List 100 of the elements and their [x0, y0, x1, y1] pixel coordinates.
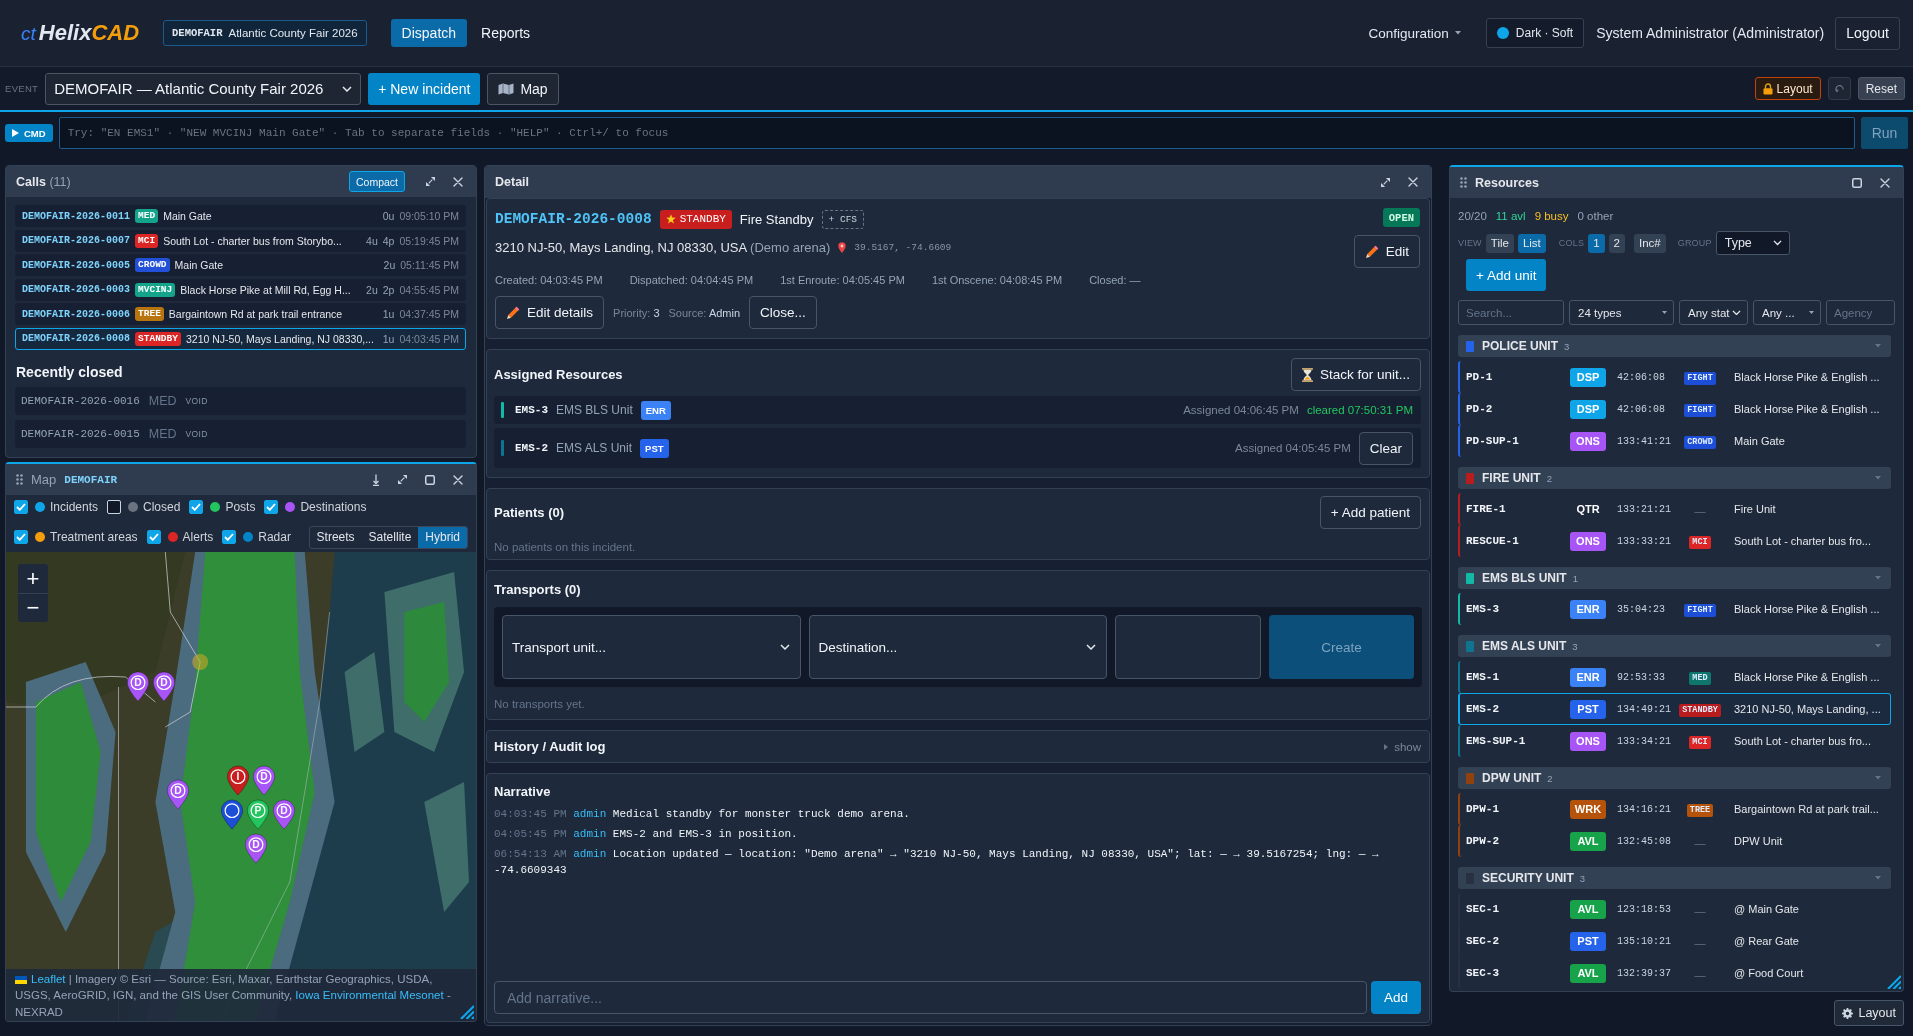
zoom-out-button[interactable]: −	[18, 593, 48, 622]
checkbox[interactable]	[189, 500, 204, 514]
new-incident-button[interactable]: + New incident	[368, 72, 481, 105]
layout-lock-button[interactable]: Layout	[1754, 77, 1821, 100]
group-header[interactable]: DPW UNIT 2	[1458, 767, 1891, 789]
source-link[interactable]: Iowa Environmental Mesonet	[295, 989, 444, 1001]
unit-row[interactable]: PD-2 DSP 42:06:08 FIGHT Black Horse Pike & English ...	[1458, 393, 1891, 425]
group-header[interactable]: EMS BLS UNIT 1	[1458, 567, 1891, 589]
undo-button[interactable]	[1827, 77, 1851, 100]
filter-select[interactable]: Any stat	[1679, 300, 1748, 325]
reset-button[interactable]: Reset	[1857, 77, 1905, 100]
filter-input[interactable]: Agency	[1826, 300, 1895, 325]
map-button[interactable]: Map	[487, 72, 559, 105]
unit-location: Black Horse Pike & English ...	[1733, 403, 1881, 415]
unit-row[interactable]: SEC-1 AVL 123:18:53 — @ Main Gate	[1458, 893, 1891, 925]
add-patient-button[interactable]: + Add patient	[1319, 496, 1421, 529]
unit-row[interactable]: PD-SUP-1 ONS 133:41:21 CROWD Main Gate	[1458, 425, 1891, 457]
map-pin[interactable]: I	[226, 765, 250, 796]
edit-details-button[interactable]: Edit details	[495, 296, 605, 329]
map-pin[interactable]: D	[244, 833, 268, 864]
group-name: FIRE UNIT	[1482, 471, 1541, 485]
columns-option[interactable]: 2	[1608, 233, 1625, 253]
unit-row[interactable]: FIRE-1 QTR 133:21:21 — Fire Unit	[1458, 493, 1891, 525]
map-pin[interactable]: D	[152, 671, 176, 702]
expand-button[interactable]	[395, 472, 410, 487]
logout-button[interactable]: Logout	[1835, 16, 1900, 50]
call-row[interactable]: DEMOFAIR-2026-0008 STANDBY 3210 NJ-50, Mays Landing, NJ 08330,... 1u 04:03:45 PM	[15, 327, 466, 350]
incident-number-toggle[interactable]: Inc#	[1633, 233, 1666, 253]
close-incident-button[interactable]: Close...	[749, 296, 817, 329]
group-select[interactable]: Type	[1715, 231, 1790, 255]
map-pin[interactable]	[220, 799, 244, 830]
unit-row[interactable]: PD-1 DSP 42:06:08 FIGHT Black Horse Pike & English ...	[1458, 361, 1891, 393]
base-layer-option[interactable]: Streets	[309, 526, 362, 548]
checkbox[interactable]	[222, 530, 237, 544]
closed-call-row[interactable]: DEMOFAIR-2026-0016 MED VOID	[15, 386, 466, 415]
unit-row[interactable]: EMS-3 ENR 35:04:23 FIGHT Black Horse Pike & English ...	[1458, 593, 1891, 625]
unit-row[interactable]: EMS-2 PST 134:49:21 STANDBY 3210 NJ-50, Mays Landing, ...	[1458, 693, 1891, 725]
map-pin[interactable]: D	[272, 799, 296, 830]
view-option[interactable]: List	[1517, 233, 1546, 253]
group-name: EMS ALS UNIT	[1482, 639, 1567, 653]
checkbox[interactable]	[14, 530, 28, 544]
add-button[interactable]: Add	[1371, 981, 1421, 1014]
theme-toggle[interactable]: Dark · Soft	[1485, 18, 1585, 48]
leaflet-link[interactable]: Leaflet	[15, 972, 66, 985]
base-layer-option[interactable]: Hybrid	[418, 526, 467, 548]
call-row[interactable]: DEMOFAIR-2026-0007 MCI South Lot - charter bus from Storybo... 4u 4p 05:19:45 PM	[15, 229, 466, 252]
group-header[interactable]: FIRE UNIT 2	[1458, 467, 1891, 489]
call-row[interactable]: DEMOFAIR-2026-0006 TREE Bargaintown Rd at park trail entrance 1u 04:37:45 PM	[15, 303, 466, 325]
nav-tab[interactable]: Dispatch	[390, 19, 468, 47]
unit-id: PD-SUP-1	[1466, 435, 1520, 447]
destination-select[interactable]: Destination...	[808, 615, 1107, 679]
layout-button[interactable]: Layout	[1834, 1000, 1904, 1026]
filter-input[interactable]: Search...	[1458, 300, 1564, 325]
input-field[interactable]	[1115, 615, 1261, 679]
cmd-button[interactable]: CMD	[5, 124, 53, 142]
unit-row[interactable]: DPW-2 AVL 132:45:08 — DPW Unit	[1458, 825, 1891, 857]
narrative-input[interactable]: Add narrative...	[494, 981, 1367, 1014]
configuration-menu[interactable]: Configuration	[1366, 25, 1463, 41]
cfs-button[interactable]: + CFS	[821, 209, 865, 229]
edit-button[interactable]: Edit	[1353, 235, 1420, 268]
unit-row[interactable]: RESCUE-1 ONS 133:33:21 MCI South Lot - charter bus fro...	[1458, 525, 1891, 557]
layer-label: Destinations	[300, 500, 367, 514]
caret-down-icon	[1875, 576, 1881, 580]
unit-count: 0u	[382, 210, 395, 222]
base-layer-option[interactable]: Satellite	[361, 526, 419, 548]
checkbox[interactable]	[14, 500, 28, 514]
add-unit-button[interactable]: + Add unit	[1466, 259, 1547, 291]
transport-unit-select[interactable]: Transport unit...	[502, 615, 801, 679]
view-option[interactable]: Tile	[1485, 233, 1514, 253]
checkbox[interactable]	[107, 500, 122, 514]
checkbox[interactable]	[146, 530, 161, 544]
closed-call-row[interactable]: DEMOFAIR-2026-0015 MED VOID	[15, 419, 466, 448]
columns-option[interactable]: 1	[1588, 233, 1605, 253]
compact-button[interactable]: Compact	[349, 171, 405, 192]
run-button[interactable]: Run	[1861, 117, 1908, 149]
call-row[interactable]: DEMOFAIR-2026-0003 MVCINJ Black Horse Pike at Mill Rd, Egg H... 2u 2p 04:55:45 PM	[15, 278, 466, 301]
stack-button[interactable]: Stack for unit...	[1290, 358, 1421, 391]
group-header[interactable]: EMS ALS UNIT 3	[1458, 635, 1891, 657]
expand-button[interactable]	[423, 174, 438, 189]
group-header[interactable]: SECURITY UNIT 3	[1458, 867, 1891, 889]
unit-row[interactable]: DPW-1 WRK 134:16:21 TREE Bargaintown Rd at park trail...	[1458, 793, 1891, 825]
map-pin[interactable]: D	[252, 765, 276, 796]
unit-row[interactable]: EMS-SUP-1 ONS 133:34:21 MCI South Lot - charter bus fro...	[1458, 725, 1891, 757]
filter-dropdown[interactable]: Any ...	[1753, 300, 1821, 325]
unit-row[interactable]: SEC-3 AVL 132:39:37 — @ Food Court	[1458, 957, 1891, 989]
zoom-in-button[interactable]: +	[18, 564, 48, 593]
unit-row[interactable]: SEC-2 PST 135:10:21 — @ Rear Gate	[1458, 925, 1891, 957]
command-input[interactable]: Try: "EN EMS1" · "NEW MVCINJ Main Gate" · Tab to separate fields · "HELP" · Ctrl+/ to focus	[58, 117, 1855, 149]
map-pin[interactable]: D	[166, 779, 190, 810]
map-pin[interactable]: D	[126, 671, 150, 702]
event-select[interactable]: DEMOFAIR — Atlantic County Fair 2026	[45, 72, 362, 105]
call-row[interactable]: DEMOFAIR-2026-0011 MED Main Gate 0u 09:05:10 PM	[15, 205, 466, 227]
call-row[interactable]: DEMOFAIR-2026-0005 CROWD Main Gate 2u 05:11:45 PM	[15, 254, 466, 276]
nav-tab[interactable]: Reports	[470, 19, 542, 47]
call-status: VOID	[185, 428, 208, 439]
group-header[interactable]: POLICE UNIT 3	[1458, 335, 1891, 357]
filter-dropdown[interactable]: 24 types	[1569, 300, 1674, 325]
checkbox[interactable]	[264, 500, 279, 514]
history-toggle[interactable]: show	[1384, 740, 1421, 753]
clear-button[interactable]: Clear	[1358, 431, 1413, 465]
